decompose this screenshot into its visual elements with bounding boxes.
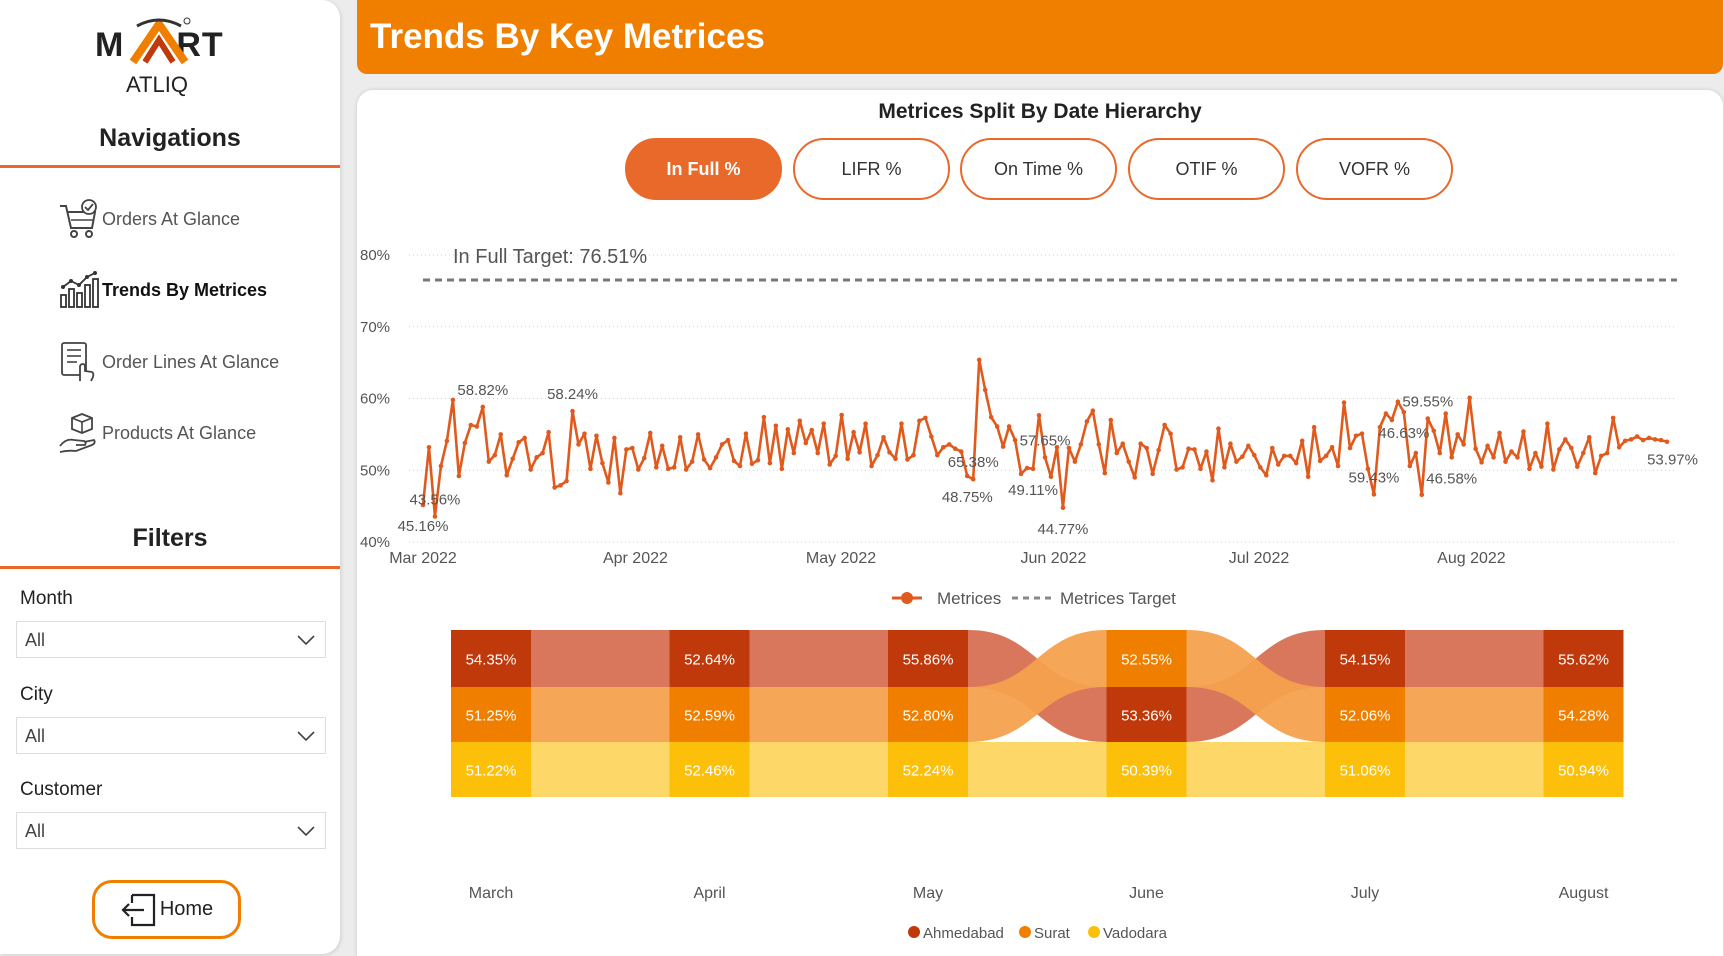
logo-subtext: ATLIQ xyxy=(126,72,188,97)
ribbon-ahmedabad xyxy=(531,630,670,687)
city-filter-value: All xyxy=(25,726,46,746)
x-category-label: March xyxy=(469,885,513,902)
segment-value-label: 55.62% xyxy=(1558,652,1609,669)
segment-value-label: 51.06% xyxy=(1340,763,1391,780)
month-filter-label: Month xyxy=(20,588,73,609)
nav-item-label: Trends By Metrices xyxy=(102,279,268,300)
nav-divider xyxy=(0,165,340,168)
customer-filter-value: All xyxy=(25,821,46,841)
segment-value-label: 52.59% xyxy=(684,708,735,725)
city-filter-label: City xyxy=(20,684,53,705)
nav-item-orders-at-glance[interactable]: Orders At Glance xyxy=(58,197,240,241)
segment-value-label: 50.94% xyxy=(1558,763,1609,780)
segment-value-label: 52.64% xyxy=(684,652,735,669)
segment-value-label: 54.28% xyxy=(1558,708,1609,725)
chevron-down-icon xyxy=(297,731,315,742)
ribbon-vadodara xyxy=(531,742,670,797)
logo-a-icon xyxy=(129,17,191,65)
ribbon-ahmedabad xyxy=(749,630,888,687)
x-category-label: May xyxy=(913,885,943,902)
chevron-down-icon xyxy=(297,635,315,646)
segment-value-label: 51.25% xyxy=(466,708,517,725)
legend-vadodara-marker xyxy=(1088,926,1100,938)
page-header: Trends By Key Metrices xyxy=(357,0,1723,74)
segment-value-label: 53.36% xyxy=(1121,708,1172,725)
exit-door-icon xyxy=(121,893,155,926)
ribbon-surat xyxy=(1405,687,1544,742)
home-button-label: Home xyxy=(159,898,214,920)
nav-item-products-at-glance[interactable]: Products At Glance xyxy=(58,411,256,455)
ribbon-vadodara xyxy=(968,742,1107,797)
segment-value-label: 55.86% xyxy=(903,652,954,669)
customer-filter-label: Customer xyxy=(20,779,103,800)
cart-check-icon xyxy=(60,199,97,238)
filters-heading: Filters xyxy=(132,524,208,552)
nav-item-order-lines-at-glance[interactable]: Order Lines At Glance xyxy=(58,340,279,384)
segment-value-label: 54.35% xyxy=(466,652,517,669)
filters-divider xyxy=(0,566,340,569)
segment-value-label: 52.46% xyxy=(684,763,735,780)
nav-item-trends-by-metrices[interactable]: Trends By Metrices xyxy=(58,268,267,312)
home-button[interactable]: Home xyxy=(92,880,241,939)
logo-letter-m: M xyxy=(95,26,125,64)
customer-filter-dropdown[interactable]: All xyxy=(16,812,326,849)
page-title: Trends By Key Metrices xyxy=(370,17,765,56)
legend-surat-marker xyxy=(1019,926,1031,938)
legend-ahmedabad-label: Ahmedabad xyxy=(923,925,1004,942)
metrics-card: Metrices Split By Date Hierarchy In Full… xyxy=(357,90,1723,956)
legend-ahmedabad-marker xyxy=(908,926,920,938)
x-category-label: July xyxy=(1351,885,1379,902)
segment-value-label: 51.22% xyxy=(466,763,517,780)
x-category-label: August xyxy=(1559,885,1609,902)
legend-vadodara-label: Vadodara xyxy=(1103,925,1168,942)
navigations-heading: Navigations xyxy=(99,124,241,152)
segment-value-label: 50.39% xyxy=(1121,763,1172,780)
ribbon-vadodara xyxy=(1186,742,1325,797)
segment-value-label: 52.55% xyxy=(1121,652,1172,669)
segment-value-label: 54.15% xyxy=(1340,652,1391,669)
box-hand-icon xyxy=(59,413,96,453)
month-filter-dropdown[interactable]: All xyxy=(16,621,326,658)
nav-item-label: Order Lines At Glance xyxy=(102,351,280,372)
segment-value-label: 52.06% xyxy=(1340,708,1391,725)
ribbon-ahmedabad xyxy=(1405,630,1544,687)
chevron-down-icon xyxy=(297,826,315,837)
segment-value-label: 52.24% xyxy=(903,763,954,780)
x-category-label: June xyxy=(1129,885,1164,902)
atliq-mart-logo: M RT ATLIQ xyxy=(95,16,245,97)
segment-value-label: 52.80% xyxy=(903,708,954,725)
x-category-label: April xyxy=(693,885,725,902)
city-filter-dropdown[interactable]: All xyxy=(16,717,326,754)
ribbon-surat xyxy=(531,687,670,742)
chart-trend-icon xyxy=(60,271,99,308)
checklist-hand-icon xyxy=(61,342,95,382)
nav-item-label: Orders At Glance xyxy=(102,208,241,229)
sidebar: MRT ATLIQ Navigations Orders At Glance xyxy=(0,0,340,954)
ribbon-vadodara xyxy=(749,742,888,797)
month-filter-value: All xyxy=(25,630,46,650)
ribbon-vadodara xyxy=(1405,742,1544,797)
city-ribbon-chart: 54.35% 51.25% 51.22% March 52.64% 52.59% 52.46… xyxy=(451,630,1624,942)
legend-surat-label: Surat xyxy=(1034,925,1071,942)
ribbon-surat xyxy=(749,687,888,742)
nav-item-label: Products At Glance xyxy=(102,422,257,443)
